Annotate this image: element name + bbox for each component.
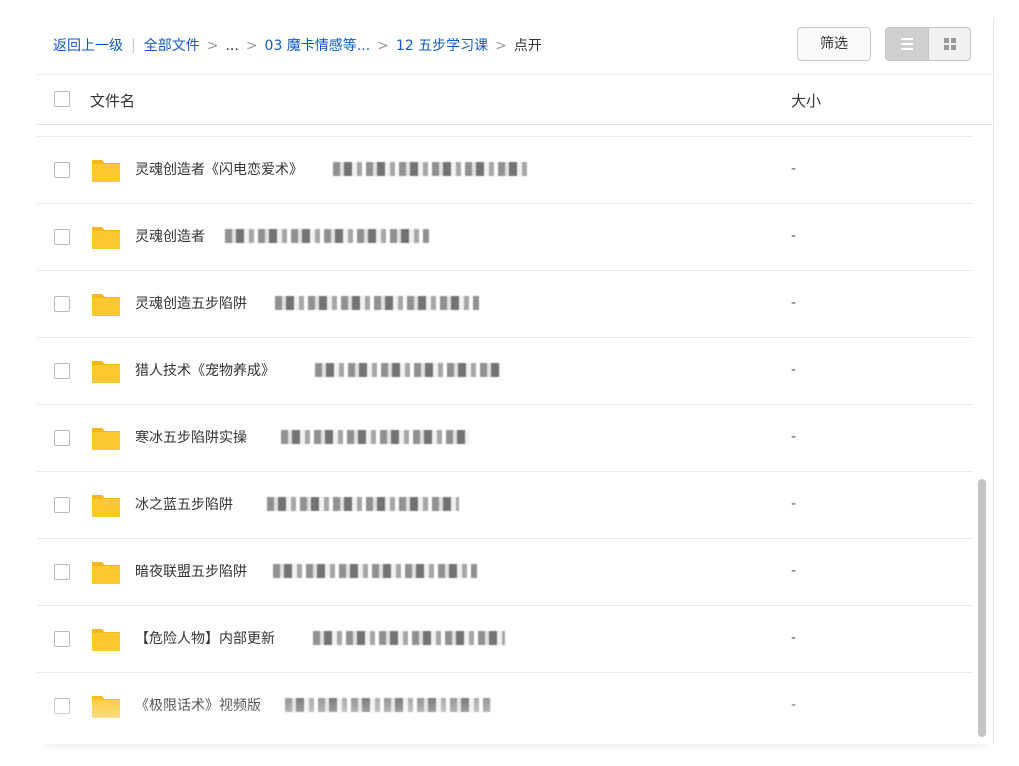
file-name[interactable]: 冰之蓝五步陷阱 — [135, 496, 233, 514]
row-checkbox[interactable] — [54, 497, 70, 513]
scrollbar-thumb[interactable] — [978, 479, 986, 737]
breadcrumb-separator: > — [206, 38, 219, 54]
column-header-name[interactable]: 文件名 — [90, 90, 135, 111]
breadcrumb-separator: > — [245, 38, 258, 54]
breadcrumb: 返回上一级 | 全部文件 >... >03 魔卡情感等... >12 五步学习课 > 点开 — [53, 37, 542, 55]
file-name[interactable]: 猎人技术《宠物养成》 — [135, 362, 275, 380]
pixelated-text — [281, 430, 469, 444]
file-size: - — [791, 630, 797, 646]
folder-icon — [92, 696, 120, 718]
file-name[interactable]: 暗夜联盟五步陷阱 — [135, 563, 247, 581]
select-all-checkbox[interactable] — [54, 91, 70, 107]
pixelated-text — [273, 564, 477, 578]
folder-icon — [92, 629, 120, 651]
table-row[interactable]: 灵魂创造者《闪电恋爱术》 - — [37, 137, 973, 204]
folder-icon — [92, 562, 120, 584]
table-row[interactable]: 冰之蓝五步陷阱 - — [37, 472, 973, 539]
pixelated-text — [267, 497, 459, 511]
file-name[interactable]: 【危险人物】内部更新 — [135, 630, 275, 648]
breadcrumb-level1[interactable]: 03 魔卡情感等... — [265, 38, 371, 54]
partial-row — [37, 125, 973, 137]
file-size: - — [791, 295, 797, 311]
list-view-icon — [901, 38, 913, 50]
folder-icon — [92, 294, 120, 316]
pixelated-text — [285, 698, 491, 712]
breadcrumb-level2[interactable]: 12 五步学习课 — [396, 38, 488, 54]
column-header-size[interactable]: 大小 — [791, 90, 821, 111]
pixelated-text — [313, 631, 505, 645]
table-row[interactable]: 《极限话术》视频版 - — [37, 673, 973, 740]
file-name[interactable]: 《极限话术》视频版 — [135, 697, 261, 715]
row-checkbox[interactable] — [54, 229, 70, 245]
file-size: - — [791, 429, 797, 445]
table-row[interactable]: 灵魂创造者 - — [37, 204, 973, 271]
table-row[interactable]: 【危险人物】内部更新 - — [37, 606, 973, 673]
pixelated-text — [275, 296, 479, 310]
table-row[interactable]: 灵魂创造五步陷阱 - — [37, 271, 973, 338]
table-row[interactable]: 暗夜联盟五步陷阱 - — [37, 539, 973, 606]
pixelated-text — [225, 229, 429, 243]
file-size: - — [791, 697, 797, 713]
file-size: - — [791, 362, 797, 378]
folder-icon — [92, 428, 120, 450]
file-size: - — [791, 563, 797, 579]
file-list: 灵魂创造者《闪电恋爱术》 - 灵魂创造者 - 灵魂创造五步陷阱 - 猎人技术《宠… — [37, 125, 973, 744]
file-name[interactable]: 灵魂创造者 — [135, 228, 205, 246]
row-checkbox[interactable] — [54, 162, 70, 178]
breadcrumb-separator: > — [377, 38, 389, 54]
file-size: - — [791, 496, 797, 512]
file-size: - — [791, 228, 797, 244]
folder-icon — [92, 227, 120, 249]
pixelated-text — [315, 363, 501, 377]
vertical-scrollbar[interactable] — [975, 125, 989, 744]
file-size: - — [791, 161, 797, 177]
toolbar: 返回上一级 | 全部文件 >... >03 魔卡情感等... >12 五步学习课 > 点开 筛… — [37, 18, 993, 75]
table-header: 文件名 大小 — [37, 75, 993, 125]
folder-icon — [92, 495, 120, 517]
breadcrumb-divider: | — [131, 38, 136, 54]
breadcrumb-current: 点开 — [513, 38, 542, 54]
row-checkbox[interactable] — [54, 296, 70, 312]
folder-icon — [92, 361, 120, 383]
file-name[interactable]: 寒冰五步陷阱实操 — [135, 429, 247, 447]
row-checkbox[interactable] — [54, 430, 70, 446]
row-checkbox[interactable] — [54, 564, 70, 580]
row-checkbox[interactable] — [54, 631, 70, 647]
breadcrumb-ellipsis[interactable]: ... — [225, 38, 238, 54]
list-view-button[interactable] — [886, 28, 928, 60]
table-row[interactable]: 猎人技术《宠物养成》 - — [37, 338, 973, 405]
filter-button[interactable]: 筛选 — [797, 27, 871, 61]
file-name[interactable]: 灵魂创造五步陷阱 — [135, 295, 247, 313]
row-checkbox[interactable] — [54, 363, 70, 379]
back-link[interactable]: 返回上一级 — [53, 38, 123, 54]
breadcrumb-all-files[interactable]: 全部文件 — [144, 38, 200, 54]
grid-view-icon — [944, 38, 956, 50]
view-toggle — [885, 27, 971, 61]
folder-icon — [92, 160, 120, 182]
grid-view-button[interactable] — [929, 28, 970, 60]
table-row[interactable]: 寒冰五步陷阱实操 - — [37, 405, 973, 472]
pixelated-text — [333, 162, 529, 176]
file-browser-panel: 返回上一级 | 全部文件 >... >03 魔卡情感等... >12 五步学习课 > 点开 筛… — [37, 18, 994, 744]
file-name[interactable]: 灵魂创造者《闪电恋爱术》 — [135, 161, 303, 179]
row-checkbox[interactable] — [54, 698, 70, 714]
breadcrumb-separator: > — [495, 38, 507, 54]
